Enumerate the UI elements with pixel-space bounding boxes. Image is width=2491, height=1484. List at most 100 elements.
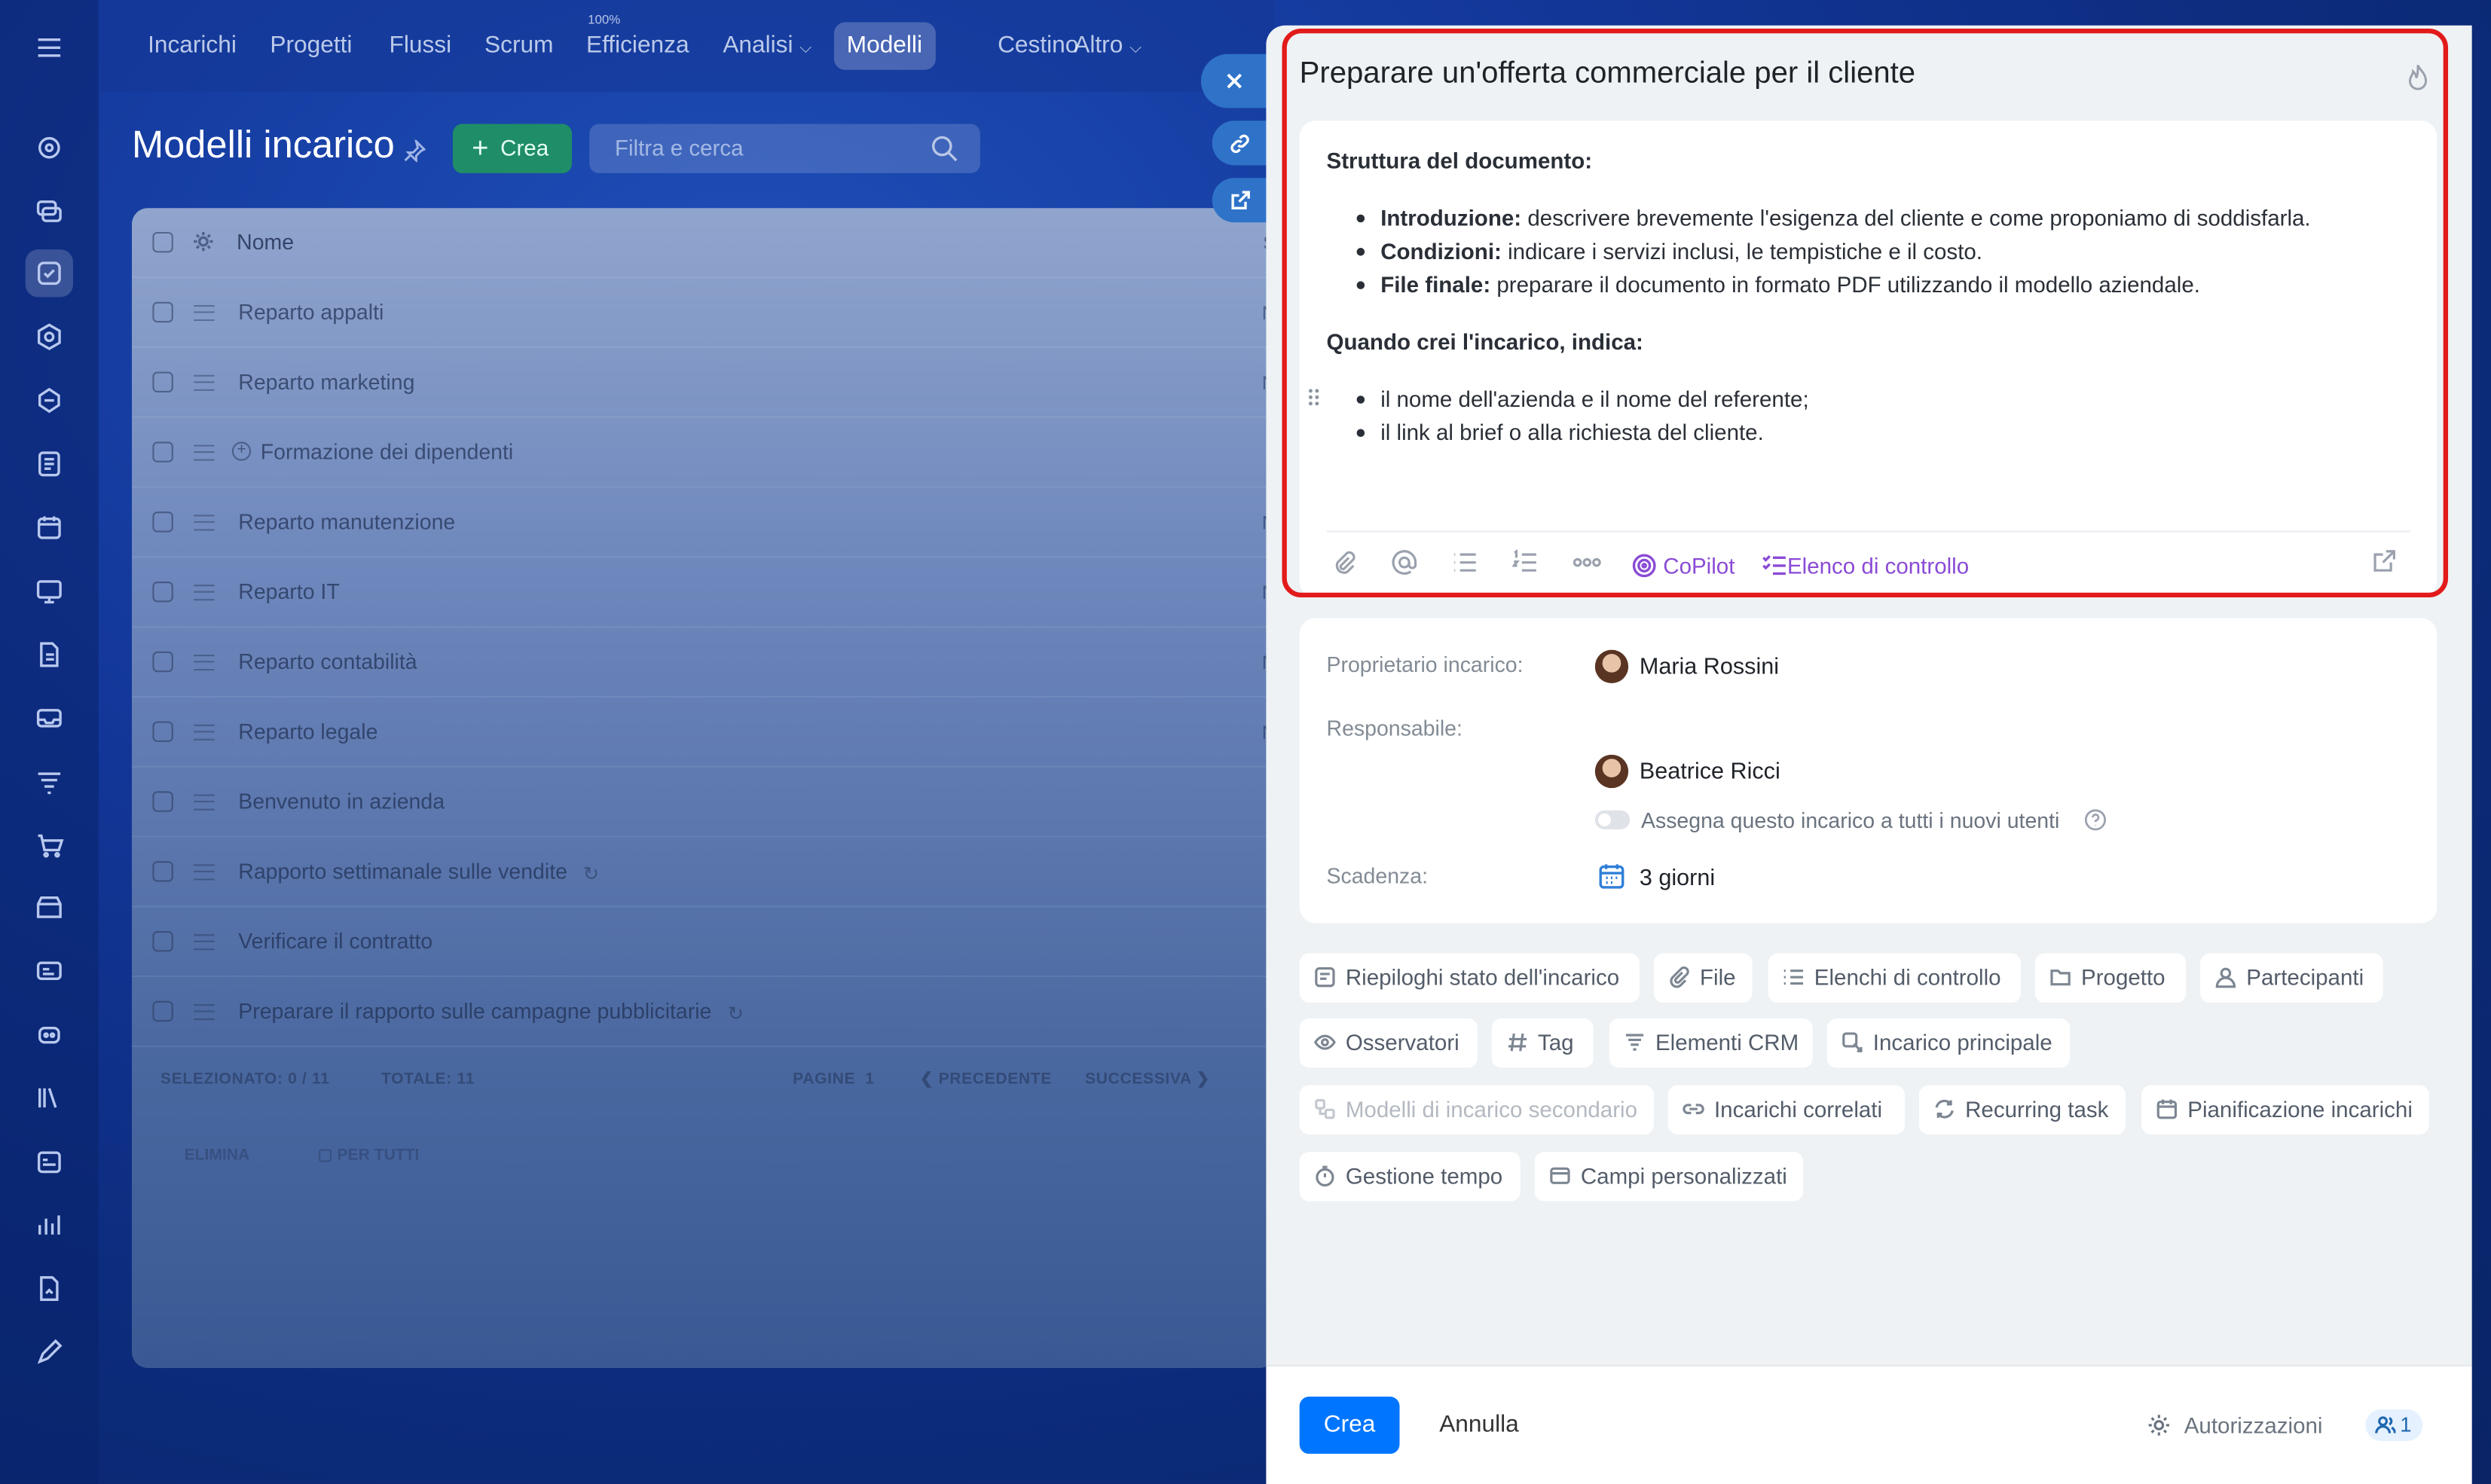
chip-files[interactable]: File [1653,953,1753,1003]
next-page-button[interactable]: SUCCESSIVA ❯ [1085,1071,1210,1089]
chip-parent-task[interactable]: Incarico principale [1826,1018,2071,1068]
row-checkbox[interactable] [152,371,173,392]
table-row[interactable]: Verificare il contrattot [131,907,1276,978]
tab-scrum[interactable]: Scrum [472,23,566,70]
search-input[interactable]: Filtra e cerca [589,124,980,173]
drag-handle-icon[interactable] [194,934,215,951]
tab-incarichi[interactable]: Incarichi [135,23,249,70]
row-checkbox[interactable] [152,441,173,463]
crm-icon[interactable] [26,377,73,424]
close-slider-button[interactable] [1200,53,1268,108]
cart-icon[interactable] [26,821,73,869]
calendar-icon[interactable] [26,504,73,551]
chip-time-tracking[interactable]: Gestione tempo [1299,1152,1521,1202]
table-row[interactable]: Benvenuto in aziendat [131,768,1276,838]
drag-handle-icon[interactable] [194,1004,215,1021]
chip-custom-fields[interactable]: Campi personalizzati [1534,1152,1804,1202]
tab-efficienza[interactable]: 100% Efficienza [573,13,701,70]
row-checkbox[interactable] [152,581,173,603]
sign-icon[interactable] [26,1265,73,1312]
row-name[interactable]: Verificare il contratto [238,907,432,977]
row-name[interactable]: Formazione dei dipendenti [261,418,513,488]
table-row[interactable]: Reparto appaltiN [131,278,1276,348]
chip-subtask-templates[interactable]: Modelli di incarico secondario [1299,1085,1654,1134]
row-checkbox[interactable] [152,791,173,812]
chat-icon[interactable] [26,188,73,235]
row-name[interactable]: Reparto manutenzione [238,488,455,558]
tab-altro[interactable]: Altro ⌵ [1061,23,1154,70]
row-checkbox[interactable] [152,301,173,323]
chip-status-summaries[interactable]: Riepiloghi stato dell'incarico [1299,953,1640,1003]
select-all-checkbox[interactable] [152,231,173,253]
owner-name[interactable]: Maria Rossini [1640,655,1779,680]
tab-progetti[interactable]: Progetti [258,23,365,70]
drag-handle-icon[interactable] [194,864,215,881]
chip-participants[interactable]: Partecipanti [2200,953,2383,1003]
copy-link-button[interactable] [1212,121,1268,166]
delete-button[interactable]: ELIMINA [185,1147,250,1165]
row-checkbox[interactable] [152,930,173,952]
cancel-button[interactable]: Annulla [1439,1397,1519,1454]
library-icon[interactable] [26,1074,73,1122]
table-row[interactable]: Reparto legaleN [131,698,1276,768]
hexagon-icon[interactable] [26,313,73,361]
row-name[interactable]: Benvenuto in azienda [238,768,445,838]
drag-handle-icon[interactable] [194,585,215,601]
previous-page-button[interactable]: ❮ PRECEDENTE [920,1071,1052,1089]
settings-icon[interactable] [192,231,215,253]
assign-all-toggle[interactable] [1594,810,1631,830]
for-all-button[interactable]: ▢ PER TUTTI [318,1147,420,1165]
card-icon[interactable] [26,947,73,994]
chip-tag[interactable]: Tag [1491,1018,1594,1068]
table-row[interactable]: Rapporto settimanale sulle venditet↻ [131,838,1276,908]
drag-handle-icon[interactable] [194,794,215,811]
permissions-count-badge[interactable]: 1 [2364,1409,2423,1442]
schedule-icon[interactable] [26,1137,73,1185]
menu-icon[interactable] [26,24,73,72]
drag-handle-icon[interactable] [194,515,215,531]
help-icon[interactable] [2084,809,2107,832]
table-row[interactable]: Reparto ITN [131,557,1276,628]
tab-modelli[interactable]: Modelli [833,22,935,70]
row-name[interactable]: Preparare il rapporto sulle campagne pub… [238,977,711,1047]
row-checkbox[interactable] [152,721,173,742]
drag-handle-icon[interactable] [194,374,215,391]
tab-flussi[interactable]: Flussi [377,23,464,70]
pin-icon[interactable] [404,139,426,163]
filter-icon[interactable] [26,758,73,805]
row-checkbox[interactable] [152,651,173,673]
row-name[interactable]: Reparto contabilità [238,627,417,698]
chip-project[interactable]: Progetto [2034,953,2187,1003]
row-checkbox[interactable] [152,861,173,882]
row-checkbox[interactable] [152,511,173,533]
column-name[interactable]: Nome [237,208,294,278]
table-row[interactable]: Reparto manutenzioneN [131,488,1276,558]
create-button[interactable]: Crea [1299,1396,1400,1454]
open-new-window-button[interactable] [1212,178,1268,223]
row-name[interactable]: Reparto appalti [238,278,384,348]
chip-related-tasks[interactable]: Incarichi correlati [1667,1085,1905,1134]
row-name[interactable]: Reparto legale [238,698,377,768]
responsible-name[interactable]: Beatrice Ricci [1640,759,1780,785]
table-row[interactable]: Reparto marketingN [131,348,1276,418]
drag-handle-icon[interactable] [194,444,215,461]
inbox-icon[interactable] [26,695,73,742]
row-checkbox[interactable] [152,1000,173,1022]
create-template-button[interactable]: + Crea [452,124,573,173]
drag-handle-icon[interactable] [194,304,215,322]
chip-observers[interactable]: Osservatori [1299,1018,1478,1068]
chip-task-planning[interactable]: Pianificazione incarichi [2141,1085,2429,1134]
table-row[interactable]: Reparto contabilitàN [131,627,1276,698]
store-icon[interactable] [26,884,73,931]
row-name[interactable]: Reparto marketing [238,348,414,418]
edit-icon[interactable] [26,1328,73,1376]
file-icon[interactable] [26,631,73,678]
chip-crm-items[interactable]: Elementi CRM [1609,1018,1813,1068]
drag-handle-icon[interactable] [194,724,215,740]
tasks-icon[interactable] [25,249,73,298]
deadline-value[interactable]: 3 giorni [1640,866,1715,892]
permissions-button[interactable]: Autorizzazioni [2146,1397,2322,1454]
documents-icon[interactable] [26,440,73,487]
chip-recurring-task[interactable]: Recurring task [1918,1085,2126,1134]
tab-analisi[interactable]: Analisi ⌵ [710,23,824,70]
